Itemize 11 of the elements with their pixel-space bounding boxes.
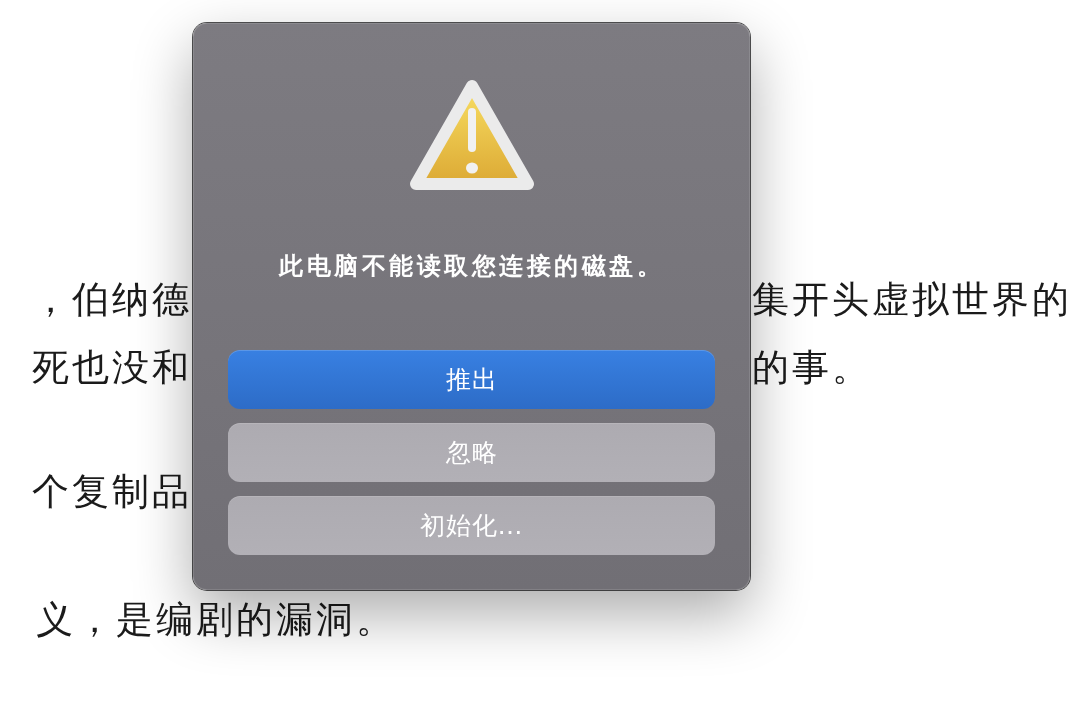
article-text: 的事。 xyxy=(752,348,872,388)
alert-message: 此电脑不能读取您连接的磁盘。 xyxy=(277,251,665,281)
alert-button[interactable]: 忽略 xyxy=(228,423,715,482)
article-text: 义，是编剧的漏洞。 xyxy=(36,600,396,640)
article-text: 死也没和 xyxy=(32,348,192,388)
article-text: 集开头虚拟世界的 xyxy=(752,280,1072,320)
article-text: 个复制品 xyxy=(32,472,192,512)
warning-icon xyxy=(408,77,535,193)
default-button[interactable]: 推出 xyxy=(228,350,715,409)
alert-button[interactable]: 初始化… xyxy=(228,496,715,555)
article-text: ，伯纳德 xyxy=(32,280,192,320)
